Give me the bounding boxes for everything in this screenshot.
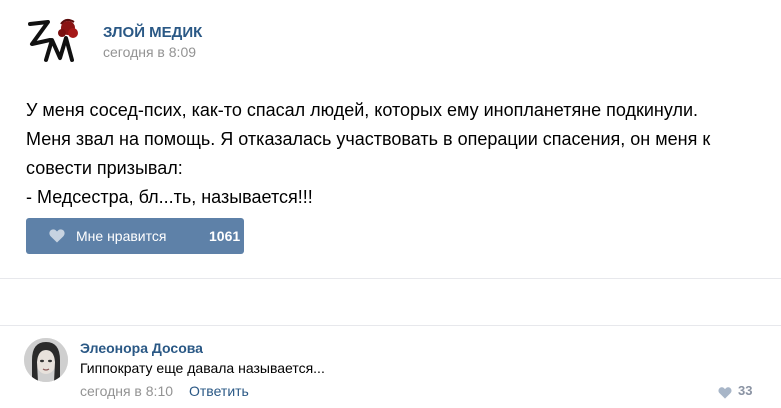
comment-author[interactable]: Элеонора Досова xyxy=(80,340,203,356)
post-text-line: совести призывал: xyxy=(26,158,183,178)
comment-like-count: 33 xyxy=(738,383,753,398)
post-text-line: У меня сосед-псих, как-то спасал людей, … xyxy=(26,100,699,120)
like-button[interactable]: Мне нравится 1061 xyxy=(26,218,244,254)
comment: Элеонора Досова Гиппократу еще давала на… xyxy=(0,326,781,408)
post: ЗЛОЙ МЕДИК сегодня в 8:09 У меня сосед-п… xyxy=(0,0,781,278)
like-count: 1061 xyxy=(209,228,241,244)
post-text-line: - Медсестра, бл...ть, называется!!! xyxy=(26,187,313,207)
post-text-line: Меня звал на помощь. Я отказалась участв… xyxy=(26,129,711,149)
heart-icon xyxy=(49,229,65,243)
post-author[interactable]: ЗЛОЙ МЕДИК xyxy=(103,24,202,41)
reply-link[interactable]: Ответить xyxy=(189,383,249,399)
spacer xyxy=(0,279,781,325)
community-logo[interactable] xyxy=(26,14,84,68)
comment-time[interactable]: сегодня в 8:10 xyxy=(80,383,173,399)
like-label: Мне нравится xyxy=(76,228,167,244)
comment-like-button[interactable]: 33 xyxy=(716,383,756,400)
avatar[interactable] xyxy=(24,338,68,382)
comment-text: Гиппократу еще давала называется... xyxy=(80,360,325,376)
post-text: У меня сосед-псих, как-то спасал людей, … xyxy=(26,96,766,212)
post-time[interactable]: сегодня в 8:09 xyxy=(103,44,196,60)
heart-icon xyxy=(718,386,732,399)
